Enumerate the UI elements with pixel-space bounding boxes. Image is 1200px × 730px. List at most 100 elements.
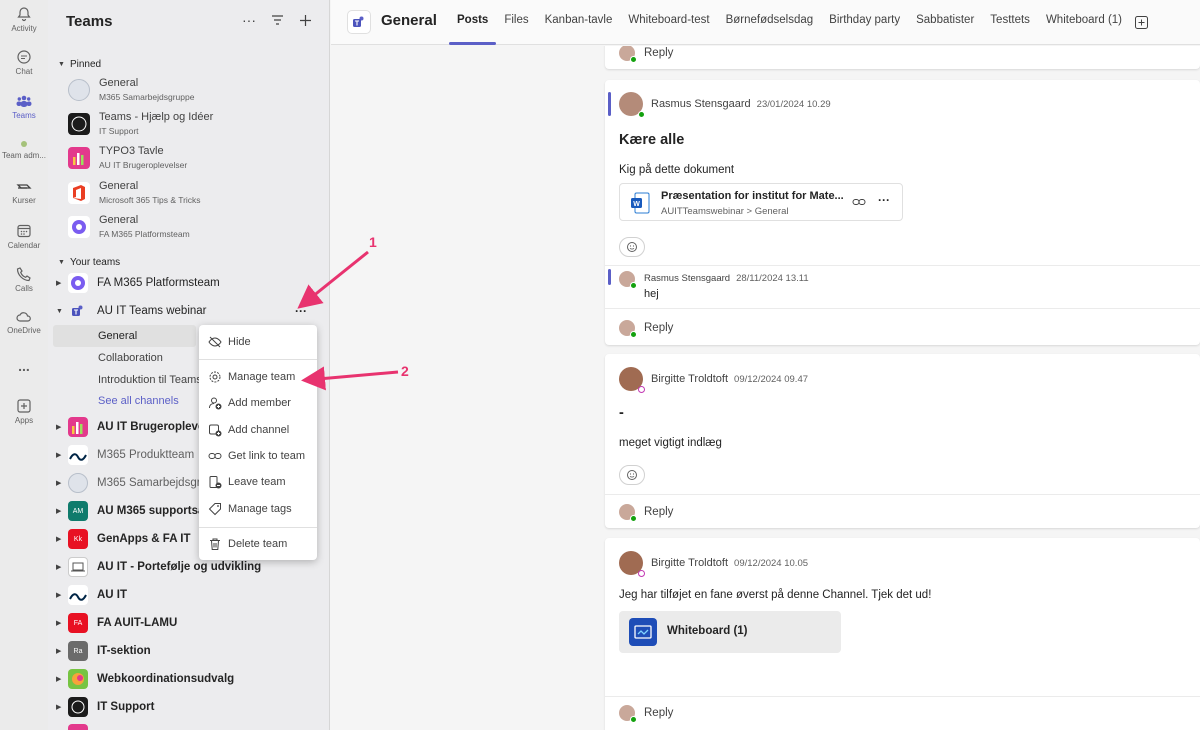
rail-team-admin[interactable]: Team adm... [0, 140, 48, 160]
rail-chat[interactable]: Chat [0, 49, 48, 76]
menu-item-leave-team[interactable]: Leave team [199, 469, 317, 495]
author-name: Rasmus Stensgaard [644, 273, 731, 284]
rail-calendar[interactable]: Calendar [0, 223, 48, 250]
team-item[interactable]: ▶ FA FA AUIT-LAMU [56, 611, 321, 635]
tab-bornefodselsdag[interactable]: Børnefødselsdag [718, 0, 822, 45]
pinned-channel-item[interactable]: General FA M365 Platformsteam [68, 212, 308, 244]
filter-icon[interactable] [269, 12, 285, 28]
file-name: Præsentation for institut for Mate... [661, 190, 844, 202]
tab-files[interactable]: Files [496, 0, 536, 45]
chevron-right-icon: ▶ [56, 592, 62, 599]
add-reaction-button[interactable] [619, 237, 645, 257]
reply-button[interactable]: Reply [619, 502, 673, 522]
tab-kanban-tavle[interactable]: Kanban-tavle [537, 0, 621, 45]
post-card: Reply [605, 46, 1200, 69]
team-item[interactable]: ▶ FA M365 Platformsteam [56, 271, 321, 295]
team-name: IT Support [97, 701, 155, 713]
more-options-icon[interactable]: ··· [241, 12, 257, 28]
pinned-channel-item[interactable]: Teams - Hjælp og Idéer IT Support [68, 109, 308, 141]
pinned-team-name: FA M365 Platformsteam [99, 229, 190, 239]
avatar [619, 320, 637, 338]
see-all-channels-link[interactable]: See all channels [98, 395, 179, 407]
divider [605, 308, 1200, 309]
pinned-channel-item[interactable]: General Microsoft 365 Tips & Tricks [68, 178, 308, 210]
tab-birthday-party[interactable]: Birthday party [821, 0, 908, 45]
pinned-channel-item[interactable]: General M365 Samarbejdsgruppe [68, 75, 308, 107]
cloud-icon [16, 312, 31, 322]
your-teams-section-header[interactable]: ▼ Your teams [58, 257, 120, 268]
your-teams-label: Your teams [69, 257, 121, 268]
rail-activity[interactable]: Activity [0, 6, 48, 33]
tab-testtets[interactable]: Testtets [982, 0, 1038, 45]
post-author: Rasmus Stensgaard 23/01/2024 10.29 [651, 98, 831, 110]
menu-item-hide[interactable]: Hide [199, 329, 317, 355]
au-logo-icon [68, 445, 88, 465]
link-icon[interactable] [852, 195, 866, 212]
chat-icon [17, 50, 31, 64]
rail-teams[interactable]: Teams [0, 93, 48, 120]
reply-label: Reply [644, 506, 674, 518]
menu-item-add-member[interactable]: Add member [199, 390, 317, 416]
file-attachment[interactable]: W Præsentation for institut for Mate... … [619, 183, 903, 221]
annotation-label-2: 2 [401, 363, 409, 379]
team-more-options-icon[interactable]: ··· [295, 304, 307, 318]
team-initials-avatar: AM [68, 501, 88, 521]
rail-kurser[interactable]: Kurser [0, 180, 48, 205]
divider [605, 265, 1200, 266]
pinned-section-header[interactable]: ▼ Pinned [58, 59, 101, 70]
channel-collaboration[interactable]: Collaboration [98, 352, 163, 364]
team-item[interactable]: ▶ Ra IT-sektion [56, 639, 321, 663]
add-icon[interactable] [297, 12, 313, 28]
team-item-expanded[interactable]: ▼ AU IT Teams webinar ··· [56, 299, 321, 323]
pinned-team-name: M365 Samarbejdsgruppe [99, 92, 195, 102]
dot-icon [21, 141, 27, 147]
team-name: GenApps & FA IT [97, 533, 191, 545]
tab-sabbatister[interactable]: Sabbatister [908, 0, 982, 45]
calendar-icon [17, 224, 31, 238]
menu-item-delete-team[interactable]: Delete team [199, 531, 317, 557]
reply-label: Reply [644, 47, 674, 59]
team-logo-icon [68, 724, 88, 730]
team-name: Webkoordinationsudvalg [97, 673, 235, 685]
bell-icon [17, 7, 31, 22]
team-name: AU IT - Portefølje og udvikling [97, 561, 262, 573]
add-reaction-button[interactable] [619, 465, 645, 485]
rail-calls[interactable]: Calls [0, 266, 48, 293]
team-item[interactable]: ▶ Webkoordinationsudvalg [56, 667, 321, 691]
menu-item-manage-team[interactable]: Manage team [199, 364, 317, 390]
tab-whiteboard-test[interactable]: Whiteboard-test [620, 0, 717, 45]
office-icon [68, 182, 90, 204]
reply-button[interactable]: Reply [619, 318, 673, 338]
team-item[interactable]: ▶ AU IT [56, 583, 321, 607]
menu-item-get-link[interactable]: Get link to team [199, 443, 317, 469]
pinned-channel-name: General [99, 180, 139, 192]
post-card: Birgitte Troldtoft 09/12/2024 09.47 - meg… [605, 354, 1200, 528]
post-card-footer: Reply [605, 696, 1200, 730]
menu-item-manage-tags[interactable]: Manage tags [199, 496, 317, 522]
menu-item-add-channel[interactable]: Add channel [199, 417, 317, 443]
pinned-channel-name: Teams - Hjælp og Idéer [99, 111, 214, 123]
team-item[interactable]: ▶ IT Support [56, 695, 321, 719]
reply-button[interactable]: Reply [619, 46, 673, 63]
post-subject: - [619, 405, 624, 421]
whiteboard-card-label: Whiteboard (1) [667, 625, 748, 637]
whiteboard-tab-card[interactable]: Whiteboard (1) [619, 611, 841, 653]
channel-general[interactable]: General [53, 325, 196, 347]
team-logo-icon [68, 79, 90, 101]
rail-more-button[interactable]: ... [0, 358, 48, 374]
rail-apps[interactable]: Apps [0, 398, 48, 425]
rail-onedrive[interactable]: OneDrive [0, 310, 48, 335]
teams-logo-icon [347, 10, 371, 34]
chevron-right-icon: ▶ [56, 676, 62, 683]
annotation-label-1: 1 [369, 234, 377, 250]
post-timestamp: 09/12/2024 10.05 [734, 558, 809, 569]
tab-posts[interactable]: Posts [449, 0, 497, 45]
reply-button[interactable]: Reply [619, 703, 673, 723]
more-icon: ... [18, 358, 30, 374]
channel-title: General [381, 12, 437, 29]
more-options-icon[interactable]: ··· [878, 193, 890, 207]
add-tab-icon[interactable] [1130, 0, 1152, 45]
pinned-channel-item[interactable]: TYPO3 Tavle AU IT Brugeroplevelser [68, 143, 308, 175]
tab-whiteboard-1[interactable]: Whiteboard (1) [1038, 0, 1130, 45]
menu-item-label: Delete team [228, 538, 288, 550]
